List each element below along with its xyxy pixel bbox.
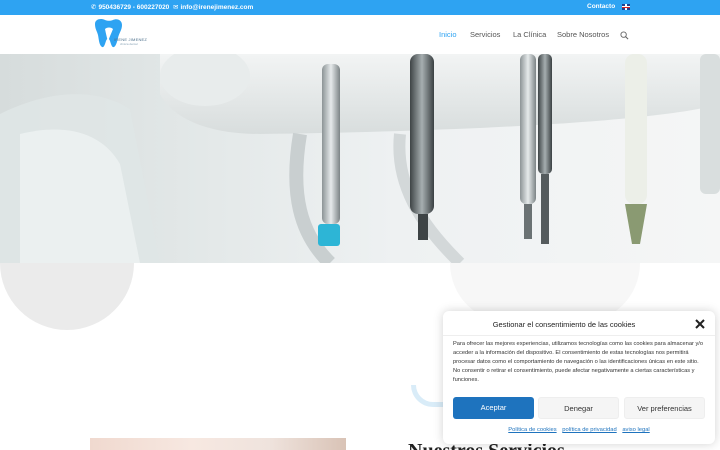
uk-flag-icon[interactable]	[622, 4, 630, 10]
cookie-title: Gestionar el consentimiento de las cooki…	[492, 320, 636, 329]
nav-item-servicios[interactable]: Servicios	[470, 30, 500, 39]
search-icon[interactable]	[620, 31, 629, 40]
divider	[443, 335, 715, 336]
cookie-policy-link[interactable]: Política de cookies	[508, 427, 556, 433]
phone-icon: ✆	[91, 4, 97, 11]
envelope-icon: ✉	[173, 4, 179, 11]
cookie-consent-dialog: Gestionar el consentimiento de las cooki…	[443, 311, 715, 444]
hero-image	[0, 54, 720, 263]
email-contact[interactable]: ✉ info@irenejimenez.com	[173, 3, 253, 11]
main-header: IRENE JIMENEZ clínica dental Inicio Serv…	[0, 15, 720, 54]
legal-notice-link[interactable]: aviso legal	[622, 427, 649, 433]
preferences-button[interactable]: Ver preferencias	[624, 397, 705, 419]
phone-text: 950436729 - 600227020	[98, 4, 170, 11]
cookie-description: Para ofrecer las mejores experiencias, u…	[453, 341, 704, 383]
cookie-links: Política de cookies política de privacid…	[443, 427, 715, 433]
dental-instruments-illustration	[0, 54, 720, 263]
contact-link[interactable]: Contacto	[587, 3, 615, 10]
nav-item-la-clinica[interactable]: La Clínica	[513, 30, 546, 39]
nav-item-inicio[interactable]: Inicio	[439, 30, 457, 39]
top-bar: ✆ 950436729 - 600227020 ✉ info@irenejimene…	[0, 0, 720, 15]
phone-contact[interactable]: ✆ 950436729 - 600227020	[91, 3, 169, 11]
decorative-circle-left	[0, 263, 134, 330]
service-image	[90, 438, 346, 450]
logo-tagline: clínica dental	[120, 42, 138, 46]
email-text: info@irenejimenez.com	[180, 4, 254, 11]
nav-item-sobre-nosotros[interactable]: Sobre Nosotros	[557, 30, 609, 39]
deny-button[interactable]: Denegar	[538, 397, 619, 419]
accept-button[interactable]: Aceptar	[453, 397, 534, 419]
page: ✆ 950436729 - 600227020 ✉ info@irenejimene…	[0, 0, 720, 450]
close-icon[interactable]	[694, 318, 706, 330]
privacy-policy-link[interactable]: política de privacidad	[562, 427, 616, 433]
